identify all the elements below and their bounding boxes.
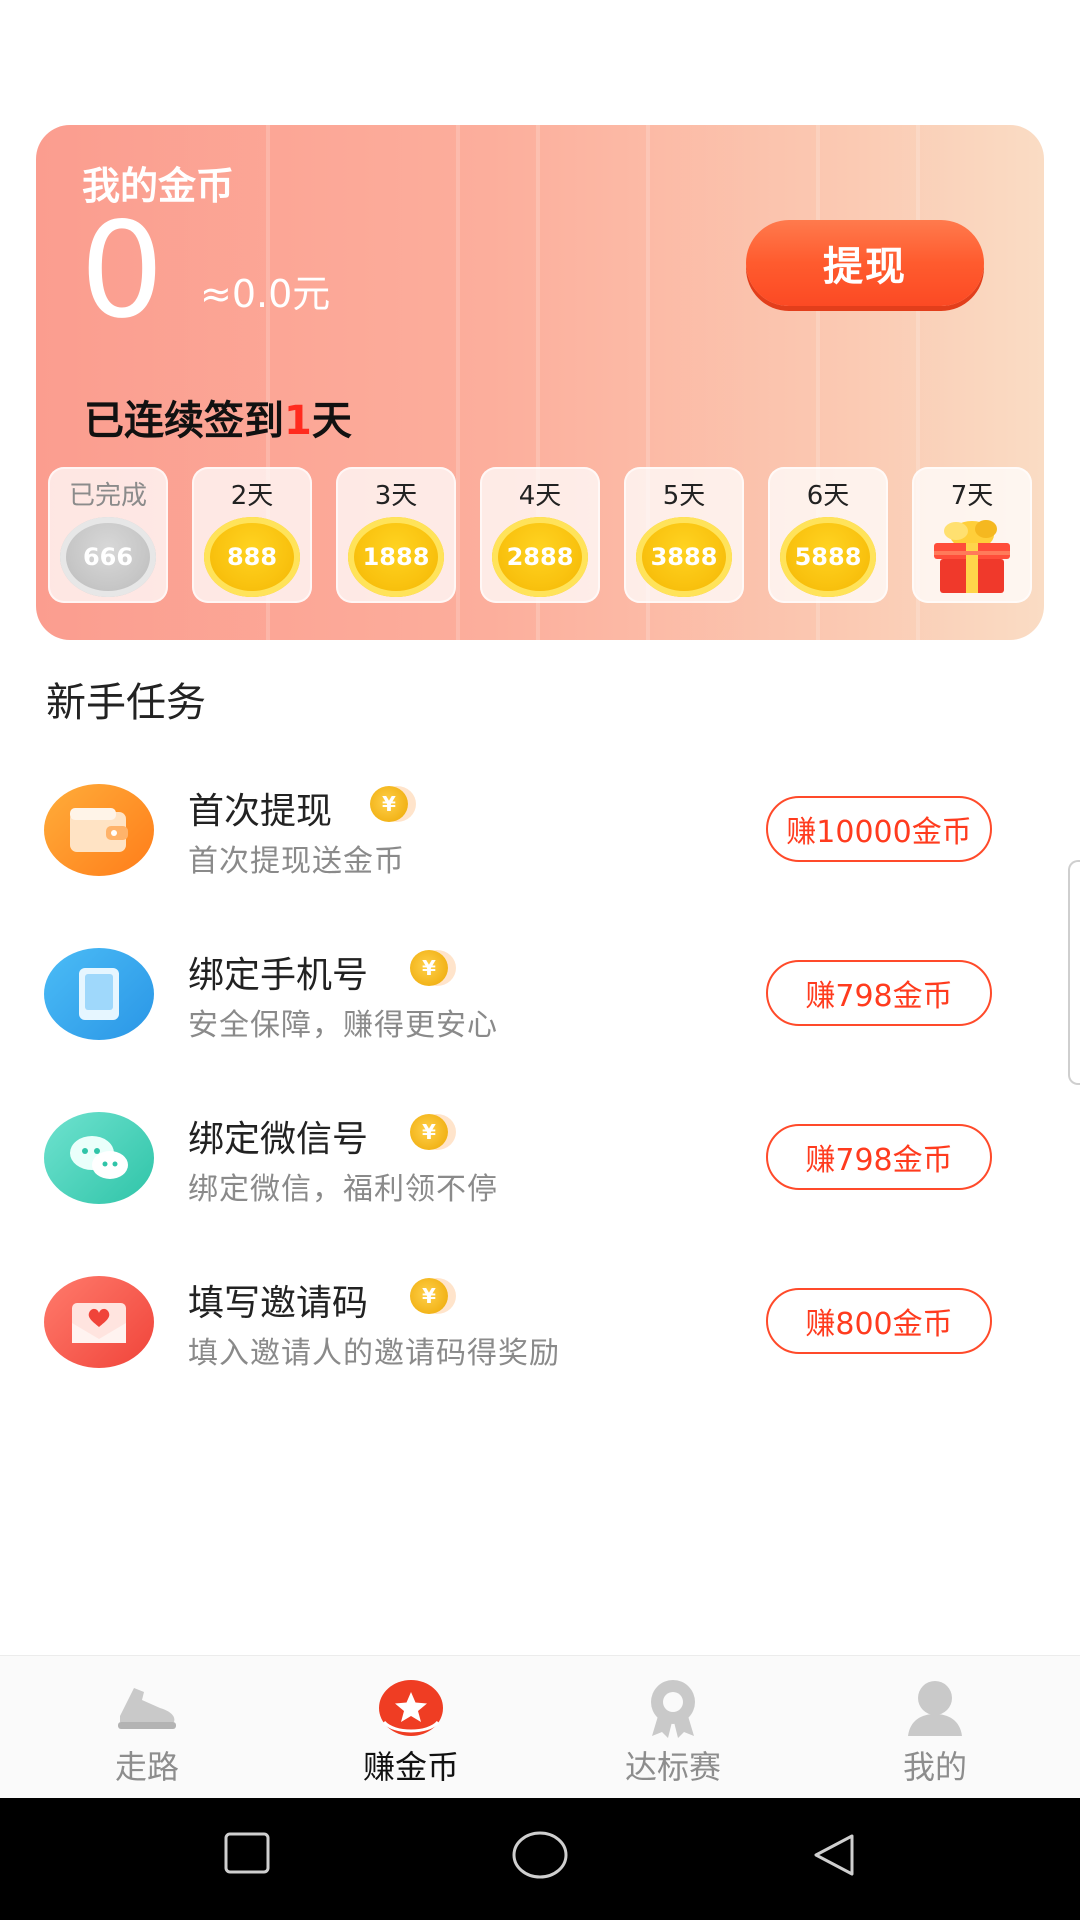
- day-label: 7天: [950, 481, 994, 511]
- task-title: 首次提现: [188, 791, 333, 832]
- streak-suffix: 天: [311, 398, 352, 444]
- sign-in-streak: 已连续签到1天: [84, 388, 352, 446]
- sign-in-day-5[interactable]: 5天 3888: [624, 467, 744, 603]
- system-navigation-bar: [0, 1798, 1080, 1920]
- task-subtitle: 首次提现送金币: [188, 844, 405, 879]
- streak-days: 1: [284, 398, 312, 444]
- coin-icon: ¥: [410, 1278, 448, 1314]
- day-label: 6天: [806, 481, 850, 511]
- task-title: 填写邀请码: [188, 1283, 369, 1324]
- wechat-icon: [44, 1112, 154, 1204]
- earn-coins-button[interactable]: 赚10000金币: [766, 796, 992, 862]
- day-label: 3天: [374, 481, 418, 511]
- withdraw-button[interactable]: 提现: [746, 220, 984, 306]
- tab-label: 走路: [114, 1748, 179, 1786]
- coin-rmb-estimate: ≈0.0元: [200, 272, 331, 316]
- earn-coins-button[interactable]: 赚798金币: [766, 1124, 992, 1190]
- day-coin-amount: 5888: [794, 543, 862, 571]
- tab-challenge[interactable]: 达标赛: [538, 1656, 808, 1799]
- day-coin-amount: 666: [82, 543, 134, 571]
- novice-tasks-title: 新手任务: [46, 680, 206, 726]
- coin-star-icon: [379, 1680, 443, 1736]
- gift-box-icon: [934, 520, 1010, 593]
- task-title: 绑定手机号: [188, 955, 369, 996]
- day-coin-amount: 1888: [362, 543, 430, 571]
- sign-in-days: 已完成 666 2天 888 3天 1888 4天 2888 5天 3888 6…: [48, 467, 1033, 605]
- tab-label: 赚金币: [362, 1748, 459, 1786]
- day-label: 4天: [518, 481, 562, 511]
- coin-icon: 5888: [780, 517, 876, 597]
- day-label: 5天: [662, 481, 706, 511]
- shoe-icon: [118, 1688, 176, 1729]
- medal-icon: [651, 1680, 695, 1738]
- coin-icon: 888: [204, 517, 300, 597]
- task-invite-code[interactable]: 填写邀请码 ¥ 填入邀请人的邀请码得奖励 赚800金币: [0, 1268, 1080, 1378]
- coin-card: 我的金币 0 ≈0.0元 提现 已连续签到1天 已完成 666 2天 888 3…: [36, 125, 1044, 640]
- tab-label: 我的: [902, 1748, 967, 1786]
- sign-in-day-2[interactable]: 2天 888: [192, 467, 312, 603]
- task-first-withdraw[interactable]: 首次提现 ¥ 首次提现送金币 赚10000金币: [0, 776, 1080, 886]
- coin-icon: ¥: [410, 950, 448, 986]
- streak-prefix: 已连续签到: [84, 398, 284, 444]
- coin-icon: 1888: [348, 517, 444, 597]
- bottom-tab-bar: 走路 赚金币 达标赛 我的: [0, 1655, 1080, 1798]
- user-icon: [908, 1681, 962, 1736]
- task-title: 绑定微信号: [188, 1119, 369, 1160]
- day-label: 已完成: [68, 481, 147, 511]
- task-bind-wechat[interactable]: 绑定微信号 ¥ 绑定微信，福利领不停 赚798金币: [0, 1104, 1080, 1214]
- sign-in-day-6[interactable]: 6天 5888: [768, 467, 888, 603]
- back-icon[interactable]: [808, 1830, 860, 1882]
- task-subtitle: 填入邀请人的邀请码得奖励: [188, 1336, 560, 1371]
- tab-me[interactable]: 我的: [800, 1656, 1070, 1799]
- sign-in-day-4[interactable]: 4天 2888: [480, 467, 600, 603]
- coin-icon: ¥: [410, 1114, 448, 1150]
- tab-label: 达标赛: [624, 1748, 721, 1786]
- sign-in-day-3[interactable]: 3天 1888: [336, 467, 456, 603]
- coin-icon: 2888: [492, 517, 588, 597]
- task-bind-phone[interactable]: 绑定手机号 ¥ 安全保障，赚得更安心 赚798金币: [0, 940, 1080, 1050]
- day-label: 2天: [230, 481, 274, 511]
- sign-in-day-1[interactable]: 已完成 666: [48, 467, 168, 603]
- sign-in-day-7[interactable]: 7天: [912, 467, 1032, 603]
- coin-icon: ¥: [370, 786, 408, 822]
- day-coin-amount: 888: [226, 543, 278, 571]
- coin-icon: 3888: [636, 517, 732, 597]
- day-coin-amount: 2888: [506, 543, 574, 571]
- earn-coins-button[interactable]: 赚798金币: [766, 960, 992, 1026]
- phone-icon: [44, 948, 154, 1040]
- recents-icon[interactable]: [222, 1830, 272, 1880]
- invite-envelope-icon: [44, 1276, 154, 1368]
- task-subtitle: 安全保障，赚得更安心: [188, 1008, 498, 1043]
- task-subtitle: 绑定微信，福利领不停: [188, 1172, 498, 1207]
- floating-side-handle[interactable]: [1068, 860, 1080, 1085]
- coin-icon: 666: [60, 517, 156, 597]
- day-coin-amount: 3888: [650, 543, 718, 571]
- home-icon[interactable]: [510, 1830, 570, 1884]
- tab-walk[interactable]: 走路: [12, 1656, 282, 1799]
- tab-earn-coins[interactable]: 赚金币: [276, 1656, 546, 1799]
- wallet-icon: [44, 784, 154, 876]
- earn-coins-button[interactable]: 赚800金币: [766, 1288, 992, 1354]
- coin-balance: 0: [80, 194, 164, 348]
